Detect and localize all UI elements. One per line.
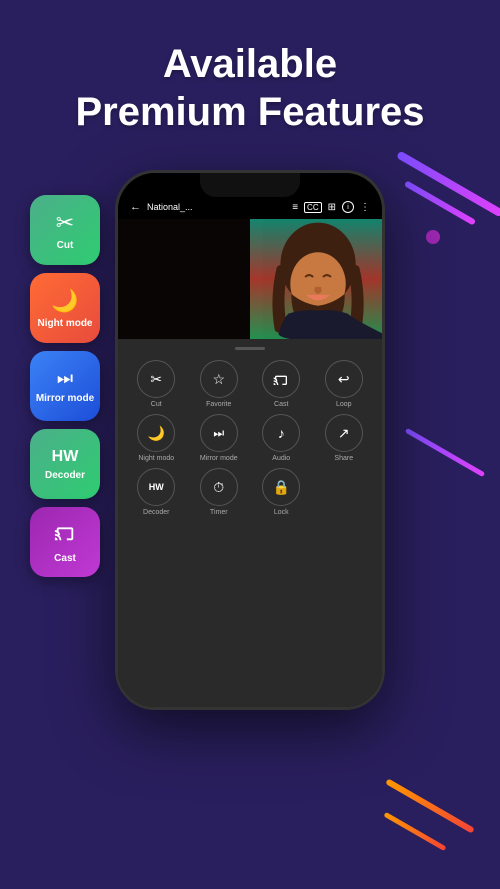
decoder-label: Decoder: [45, 470, 85, 481]
cut-icon: ✂: [56, 210, 74, 236]
cast-label: Cast: [54, 553, 76, 564]
back-arrow-icon: ←: [130, 201, 141, 213]
menu-item-loop[interactable]: ↩ Loop: [316, 360, 373, 408]
share-circle-icon: ↗: [325, 414, 363, 452]
statusbar-right: ≡ CC ⊞ i ⋮: [292, 201, 370, 213]
menu-item-lock[interactable]: 🔒 Lock: [253, 468, 310, 516]
cut-button[interactable]: ✂ Cut: [30, 195, 100, 265]
hw-icon: HW: [52, 448, 79, 466]
phone-mockup: ← National_... ≡ CC ⊞ i ⋮: [100, 170, 400, 710]
moon-icon: 🌙: [51, 288, 78, 314]
mirror-circle-icon: ⏭: [200, 414, 238, 452]
phone-notch: [200, 173, 300, 197]
cast-icon: [54, 521, 76, 549]
phone-frame: ← National_... ≡ CC ⊞ i ⋮: [115, 170, 385, 710]
night-circle-icon: 🌙: [137, 414, 175, 452]
audio-menu-label: Audio: [272, 455, 290, 462]
share-menu-label: Share: [334, 455, 353, 462]
loop-menu-label: Loop: [336, 401, 352, 408]
audio-circle-icon: ♪: [262, 414, 300, 452]
night-label: Night mode: [38, 318, 93, 329]
decoder-menu-label: Decoder: [143, 509, 169, 516]
menu-item-mirror[interactable]: ⏭ Mirror mode: [191, 414, 248, 462]
menu-item-favorite[interactable]: ☆ Favorite: [191, 360, 248, 408]
more-icon[interactable]: ⋮: [360, 202, 370, 213]
list-icon[interactable]: ≡: [292, 202, 298, 213]
decoder-button[interactable]: HW Decoder: [30, 429, 100, 499]
lock-circle-icon: 🔒: [262, 468, 300, 506]
page-title: Available Premium Features: [0, 40, 500, 136]
lock-menu-label: Lock: [274, 509, 289, 516]
cast-menu-label: Cast: [274, 401, 288, 408]
cast-button[interactable]: Cast: [30, 507, 100, 577]
timer-circle-icon: ⏱: [200, 468, 238, 506]
cast-circle-icon: [262, 360, 300, 398]
mirror-mode-button[interactable]: ⏭ Mirror mode: [30, 351, 100, 421]
favorite-menu-label: Favorite: [206, 401, 231, 408]
mirror-menu-label: Mirror mode: [200, 455, 238, 462]
menu-item-timer[interactable]: ⏱ Timer: [191, 468, 248, 516]
timer-menu-label: Timer: [210, 509, 228, 516]
menu-grid-row2: 🌙 Night modo ⏭ Mirror mode ♪ Audio ↗ Sha…: [118, 414, 382, 462]
mirror-icon: ⏭: [57, 368, 73, 389]
menu-item-share[interactable]: ↗ Share: [316, 414, 373, 462]
night-menu-label: Night modo: [138, 455, 174, 462]
cut-label: Cut: [57, 240, 74, 251]
menu-item-cast[interactable]: Cast: [253, 360, 310, 408]
menu-item-empty: [316, 468, 373, 516]
mirror-label: Mirror mode: [36, 393, 94, 404]
feature-buttons-panel: ✂ Cut 🌙 Night mode ⏭ Mirror mode HW Deco…: [30, 195, 100, 577]
person-area: [224, 219, 382, 339]
bottom-sheet: ✂ Cut ☆ Favorite Cast: [118, 339, 382, 707]
menu-grid-row3: HW Decoder ⏱ Timer 🔒 Lock: [118, 468, 382, 516]
cc-icon[interactable]: CC: [304, 202, 322, 213]
video-content: [118, 219, 382, 339]
decoder-circle-icon: HW: [137, 468, 175, 506]
title-section: Available Premium Features: [0, 0, 500, 156]
video-area: [118, 219, 382, 339]
loop-circle-icon: ↩: [325, 360, 363, 398]
night-mode-button[interactable]: 🌙 Night mode: [30, 273, 100, 343]
video-title: National_...: [147, 202, 193, 212]
menu-grid-row1: ✂ Cut ☆ Favorite Cast: [118, 360, 382, 408]
phone-screen: ← National_... ≡ CC ⊞ i ⋮: [118, 173, 382, 707]
menu-item-audio[interactable]: ♪ Audio: [253, 414, 310, 462]
menu-item-cut[interactable]: ✂ Cut: [128, 360, 185, 408]
info-icon[interactable]: i: [342, 201, 354, 213]
cut-menu-label: Cut: [151, 401, 162, 408]
favorite-circle-icon: ☆: [200, 360, 238, 398]
cut-circle-icon: ✂: [137, 360, 175, 398]
sheet-handle: [235, 347, 265, 350]
menu-item-night[interactable]: 🌙 Night modo: [128, 414, 185, 462]
statusbar-left: ← National_...: [130, 201, 193, 213]
menu-item-decoder[interactable]: HW Decoder: [128, 468, 185, 516]
person-svg: [224, 219, 382, 339]
sliders-icon[interactable]: ⊞: [328, 202, 336, 213]
